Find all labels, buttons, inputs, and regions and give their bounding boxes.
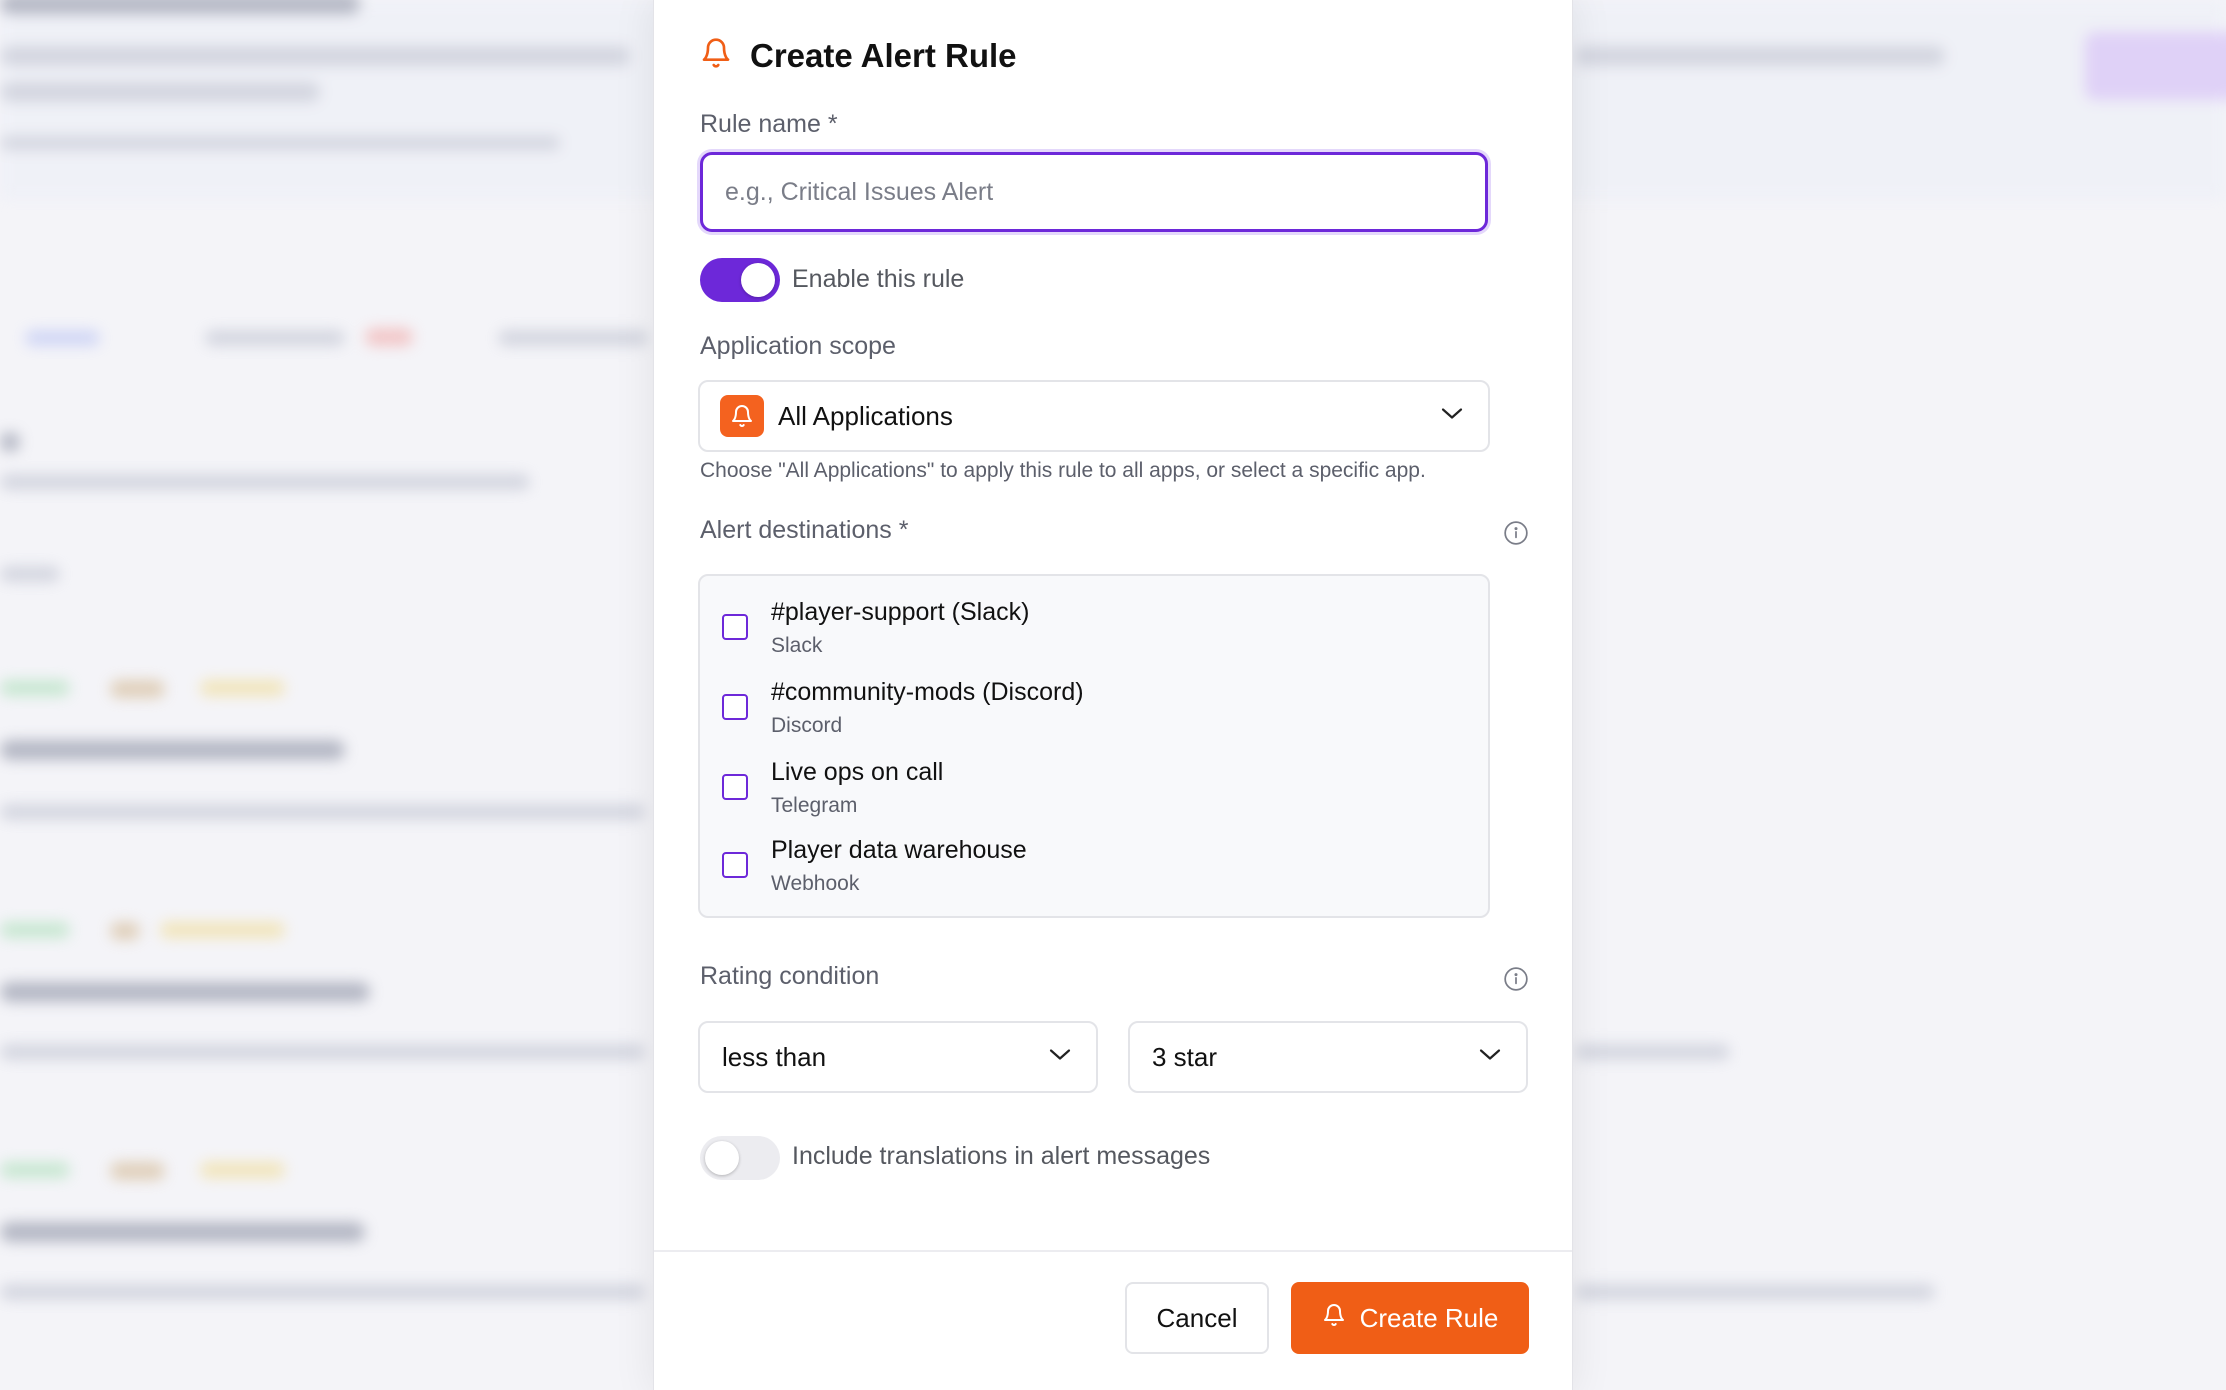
include-translations-toggle[interactable] xyxy=(700,1136,780,1180)
alert-destinations-list: #player-support (Slack) Slack #community… xyxy=(698,574,1490,918)
dialog-title: Create Alert Rule xyxy=(750,36,1017,74)
bg-text xyxy=(0,982,370,1002)
bg-text xyxy=(0,0,360,14)
bg-text xyxy=(0,432,20,452)
chevron-down-icon xyxy=(1440,407,1464,426)
bg-text xyxy=(1575,1044,1730,1060)
bg-text xyxy=(0,82,320,102)
bg-tab xyxy=(205,330,345,346)
bg-text xyxy=(0,740,345,760)
bg-badge xyxy=(0,1162,70,1178)
destination-type: Telegram xyxy=(771,794,858,817)
destination-name: Player data warehouse xyxy=(771,836,1027,864)
bg-badge xyxy=(200,1162,285,1178)
bg-badge xyxy=(160,922,285,938)
destination-type: Webhook xyxy=(771,872,860,895)
application-scope-help: Choose "All Applications" to apply this … xyxy=(700,459,1426,482)
destination-name: Live ops on call xyxy=(771,758,944,786)
alert-destinations-label: Alert destinations * xyxy=(700,516,909,544)
dialog-header: Create Alert Rule xyxy=(700,36,1017,75)
cancel-button[interactable]: Cancel xyxy=(1125,1282,1269,1354)
bg-text xyxy=(1575,1284,1935,1300)
app-bell-icon xyxy=(720,395,764,437)
destination-name: #player-support (Slack) xyxy=(771,598,1030,626)
bg-badge xyxy=(0,922,70,938)
bg-badge xyxy=(110,1162,165,1180)
destination-name: #community-mods (Discord) xyxy=(771,678,1084,706)
rating-value-select[interactable]: 3 star xyxy=(1128,1021,1528,1093)
application-scope-label: Application scope xyxy=(700,332,896,360)
rule-name-label: Rule name * xyxy=(700,110,838,138)
info-icon[interactable] xyxy=(1503,966,1529,997)
enable-rule-label: Enable this rule xyxy=(792,265,965,293)
bg-badge xyxy=(110,922,140,940)
destination-checkbox[interactable] xyxy=(722,614,748,640)
bg-badge xyxy=(365,328,413,346)
enable-rule-toggle[interactable] xyxy=(700,258,780,302)
bell-icon xyxy=(700,36,732,75)
toggle-knob xyxy=(741,263,775,297)
bg-badge xyxy=(110,680,165,698)
bg-text xyxy=(1575,46,1945,66)
destination-item[interactable]: Live ops on call Telegram xyxy=(700,758,1488,828)
bg-tab xyxy=(25,330,100,346)
page: Create Alert Rule Rule name * Enable thi… xyxy=(0,0,2226,1390)
rule-name-input[interactable] xyxy=(703,176,1485,208)
rating-operator-value: less than xyxy=(722,1041,827,1072)
bg-text xyxy=(0,566,60,582)
toggle-knob xyxy=(705,1141,739,1175)
rating-value: 3 star xyxy=(1152,1041,1218,1072)
bg-text xyxy=(0,46,630,66)
bg-text xyxy=(0,136,560,150)
bg-text xyxy=(0,1284,645,1300)
destination-checkbox[interactable] xyxy=(722,852,748,878)
bg-button xyxy=(2085,32,2226,100)
rating-operator-select[interactable]: less than xyxy=(698,1021,1098,1093)
destination-checkbox[interactable] xyxy=(722,694,748,720)
destination-item[interactable]: #player-support (Slack) Slack xyxy=(700,598,1488,668)
bg-badge xyxy=(0,680,70,696)
application-scope-value: All Applications xyxy=(778,400,953,431)
destination-item[interactable]: Player data warehouse Webhook xyxy=(700,836,1488,906)
chevron-down-icon xyxy=(1478,1048,1502,1067)
create-rule-button[interactable]: Create Rule xyxy=(1291,1282,1529,1354)
footer-divider xyxy=(654,1250,1572,1252)
application-scope-select[interactable]: All Applications xyxy=(698,380,1490,452)
bg-badge xyxy=(200,680,285,696)
destination-type: Slack xyxy=(771,634,823,657)
bg-text xyxy=(0,1044,645,1060)
create-rule-button-label: Create Rule xyxy=(1359,1302,1499,1333)
create-alert-rule-dialog: Create Alert Rule Rule name * Enable thi… xyxy=(653,0,1573,1390)
info-icon[interactable] xyxy=(1503,520,1529,551)
include-translations-label: Include translations in alert messages xyxy=(792,1142,1211,1170)
bg-text xyxy=(0,804,645,820)
destination-type: Discord xyxy=(771,714,843,737)
bg-text xyxy=(0,474,530,490)
destination-item[interactable]: #community-mods (Discord) Discord xyxy=(700,678,1488,748)
rule-name-field[interactable] xyxy=(700,152,1488,232)
destination-checkbox[interactable] xyxy=(722,774,748,800)
bg-text xyxy=(0,1222,365,1242)
bell-icon xyxy=(1322,1302,1346,1335)
chevron-down-icon xyxy=(1048,1048,1072,1067)
cancel-button-label: Cancel xyxy=(1156,1302,1238,1333)
rating-condition-label: Rating condition xyxy=(700,962,880,990)
bg-tab xyxy=(498,330,648,346)
